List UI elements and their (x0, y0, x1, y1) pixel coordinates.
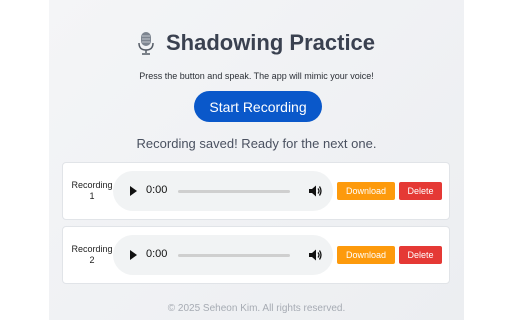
recordings-list: Recording 1 0:00 Download Delete Recordin… (62, 162, 450, 290)
app-container: Shadowing Practice Press the button and … (49, 0, 464, 320)
footer-copyright: © 2025 Seheon Kim. All rights reserved. (167, 303, 346, 314)
page-title: Shadowing Practice (165, 30, 376, 55)
current-time: 0:00 (146, 184, 168, 196)
instructions-text: Press the button and speak. The app will… (139, 71, 374, 81)
download-button[interactable]: Download (337, 246, 395, 264)
recording-label: Recording 2 (71, 244, 113, 265)
audio-player[interactable]: 0:00 (113, 235, 333, 275)
play-icon[interactable] (130, 250, 137, 260)
volume-icon[interactable] (308, 248, 322, 262)
current-time: 0:00 (146, 248, 168, 260)
volume-icon[interactable] (308, 184, 322, 198)
play-icon[interactable] (130, 186, 137, 196)
delete-button[interactable]: Delete (399, 182, 442, 200)
seek-bar[interactable] (178, 254, 290, 257)
start-recording-button[interactable]: Start Recording (194, 91, 322, 122)
download-button[interactable]: Download (337, 182, 395, 200)
recording-item: Recording 2 0:00 Download Delete (62, 226, 450, 284)
status-message: Recording saved! Ready for the next one. (136, 136, 377, 151)
seek-bar[interactable] (178, 190, 290, 193)
delete-button[interactable]: Delete (399, 246, 442, 264)
recording-item: Recording 1 0:00 Download Delete (62, 162, 450, 220)
recording-label: Recording 1 (71, 180, 113, 201)
title-row: Shadowing Practice (49, 30, 464, 56)
microphone-icon (138, 32, 154, 55)
audio-player[interactable]: 0:00 (113, 171, 333, 211)
